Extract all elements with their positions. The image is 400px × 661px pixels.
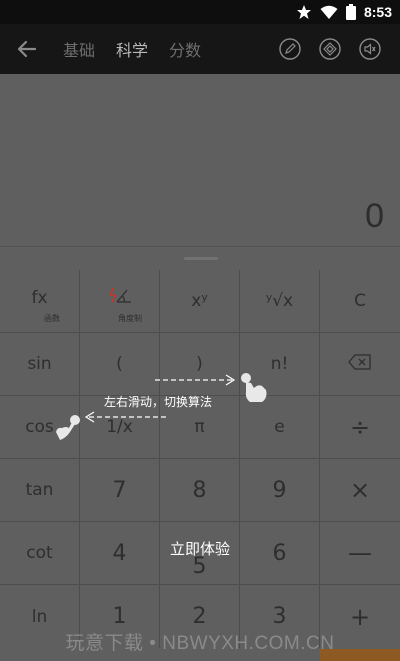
tab-scientific[interactable]: 科学 [116,37,148,61]
key-sin[interactable]: sin [0,333,80,396]
speaker-icon[interactable] [359,38,381,60]
key-9[interactable]: 9 [240,459,320,522]
key-sublabel: 函数 [44,314,60,323]
key-label: tan [25,480,54,500]
app-bar: 基础 科学 分数 [0,24,400,74]
status-bar: 8:53 [0,0,400,24]
key-label: xʸ [191,291,208,311]
key-power[interactable]: xʸ [160,270,240,333]
key-label: fx [31,288,48,308]
result-value: 0 [365,197,384,235]
drag-handle[interactable] [184,257,218,260]
result-display: 0 [0,74,400,246]
key-clear[interactable]: C [320,270,400,333]
key-e[interactable]: e [240,396,320,459]
key-multiply[interactable]: × [320,459,400,522]
key-label: n! [270,354,289,374]
key-backspace[interactable] [320,333,400,396]
battery-icon [345,4,356,20]
key-label: cos [25,417,54,437]
watermark: 玩意下载 • NBWYXH.COM.CN [65,633,335,654]
pencil-icon[interactable] [279,38,301,60]
key-label: ʸ√x [265,291,294,311]
key-factorial[interactable]: n! [240,333,320,396]
key-root[interactable]: ʸ√x [240,270,320,333]
key-label: 3 [272,604,287,629]
key-8[interactable]: 8 [160,459,240,522]
tab-basic[interactable]: 基础 [63,37,95,61]
display-divider [0,246,400,247]
key-close-paren[interactable]: ) [160,333,240,396]
key-label: ( [116,354,123,374]
key-label: π [194,417,205,437]
back-arrow-icon[interactable] [14,36,40,62]
keypad: fx 函数 角度制 xʸ ʸ√x C sin ( ) n! cos 1/x π … [0,270,400,661]
key-label: + [349,602,371,631]
key-label: C [354,291,366,311]
key-label: sin [27,354,52,374]
key-label: 8 [192,477,207,503]
key-divide[interactable]: ÷ [320,396,400,459]
tab-fraction[interactable]: 分数 [169,37,201,61]
key-label: ÷ [349,413,371,441]
key-label: 7 [112,477,127,503]
angle-icon [107,286,133,310]
star-icon [296,4,312,20]
key-label: 1 [112,604,127,629]
key-7[interactable]: 7 [80,459,160,522]
key-label: 2 [192,604,207,629]
try-now-button[interactable]: 立即体验 [0,538,400,559]
key-angle-mode[interactable]: 角度制 [80,270,160,333]
key-tan[interactable]: tan [0,459,80,522]
key-cos[interactable]: cos [0,396,80,459]
key-function[interactable]: fx 函数 [0,270,80,333]
key-label: ln [31,606,48,627]
key-label: 9 [272,477,287,503]
key-sublabel: 角度制 [118,314,142,323]
key-label: ) [196,354,203,374]
status-time: 8:53 [363,4,392,20]
key-label: e [274,417,285,437]
key-open-paren[interactable]: ( [80,333,160,396]
swipe-hint-text: 左右滑动，切换算法 [104,395,213,409]
key-label: 1/x [106,417,133,437]
diamond-icon[interactable] [319,38,341,60]
backspace-icon [348,354,372,374]
key-label: × [349,476,371,504]
wifi-icon [320,5,338,20]
